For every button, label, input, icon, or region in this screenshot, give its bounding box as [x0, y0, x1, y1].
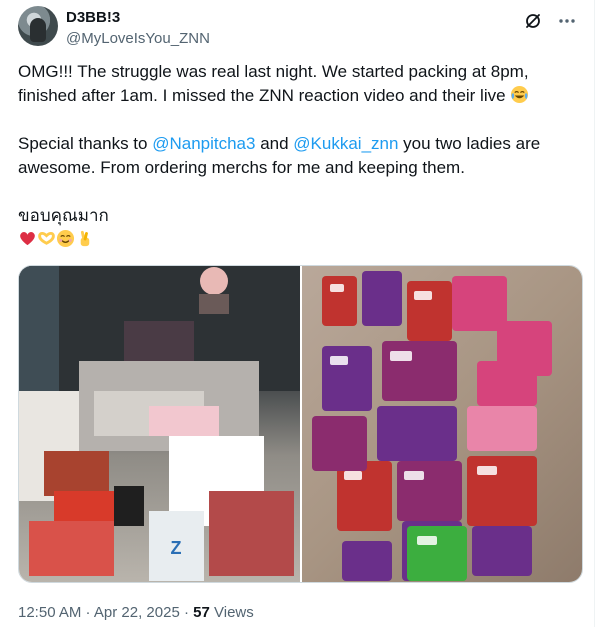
tweet-line: OMG!!! The struggle was real last night.…: [18, 60, 578, 84]
tweet-header: D3BB!3 @MyLoveIsYou_ZNN: [18, 6, 578, 50]
crossed-fingers-emoji-icon: [75, 229, 94, 248]
tweet-time[interactable]: 12:50 AM: [18, 604, 81, 621]
mention-link[interactable]: @Kukkai_znn: [293, 134, 398, 153]
text-segment: and: [255, 134, 294, 153]
tweet-line: finished after 1am. I missed the ZNN rea…: [18, 84, 578, 108]
emoji-line: [18, 228, 578, 252]
meta-separator: ·: [179, 604, 194, 621]
author-names: D3BB!3 @MyLoveIsYou_ZNN: [66, 8, 210, 48]
tweet-line: Special thanks to @Nanpitcha3 and @Kukka…: [18, 132, 578, 156]
text-segment: you two ladies are: [398, 134, 541, 153]
thai-text: ขอบคุณมาก: [18, 206, 109, 225]
text-segment: awesome. From ordering merchs for me and…: [18, 158, 465, 177]
photo-jele-packs-on-floor[interactable]: [301, 266, 582, 582]
user-handle[interactable]: @MyLoveIsYou_ZNN: [66, 29, 210, 48]
text-segment: OMG!!! The struggle was real last night.…: [18, 62, 529, 81]
tweet-date[interactable]: Apr 22, 2025: [94, 604, 180, 621]
tweet-meta: 12:50 AM · Apr 22, 2025 · 57 Views: [18, 603, 254, 623]
grok-icon[interactable]: [522, 10, 544, 32]
avatar[interactable]: [18, 6, 58, 46]
views-label: Views: [209, 604, 254, 621]
smiling-face-emoji-icon: [56, 229, 75, 248]
tweet-line: awesome. From ordering merchs for me and…: [18, 156, 578, 180]
header-actions: [522, 10, 578, 32]
photo-merch-on-bed[interactable]: Z: [19, 266, 300, 582]
tears-of-joy-emoji-icon: [510, 85, 529, 104]
tweet-line: ขอบคุณมาก: [18, 204, 578, 228]
media-grid: Z: [18, 265, 583, 583]
more-icon[interactable]: [556, 10, 578, 32]
text-segment: Special thanks to: [18, 134, 153, 153]
heart-hands-emoji-icon: [37, 229, 56, 248]
red-heart-emoji-icon: [18, 229, 37, 248]
svg-text:Z: Z: [171, 538, 182, 558]
views-count[interactable]: 57: [193, 604, 210, 621]
mention-link[interactable]: @Nanpitcha3: [152, 134, 255, 153]
meta-separator: ·: [81, 604, 94, 621]
tweet-text: OMG!!! The struggle was real last night.…: [18, 60, 578, 252]
tweet-card: D3BB!3 @MyLoveIsYou_ZNN OMG!!! The strug…: [0, 0, 595, 627]
text-segment: finished after 1am. I missed the ZNN rea…: [18, 86, 506, 105]
display-name[interactable]: D3BB!3: [66, 8, 210, 27]
